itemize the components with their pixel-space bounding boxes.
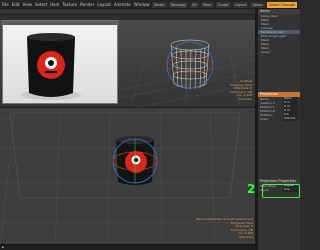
callout-number: 2 — [247, 182, 256, 196]
panel-spacer — [258, 54, 300, 92]
play-icon[interactable]: ▶ — [2, 245, 4, 249]
layout-tabs: Model Topology UV Paint Sculpt Layout Se… — [152, 1, 300, 9]
info-line: Unknown — [238, 96, 252, 101]
menu-render[interactable]: Render — [80, 2, 94, 7]
right-panel: Items Scene Item Mesh Mesh Camera Textur… — [257, 9, 300, 250]
tab-layout[interactable]: Layout — [232, 2, 249, 8]
callout-highlight-box — [262, 184, 300, 198]
tab-setup[interactable]: Setup — [250, 2, 265, 8]
viewport-bottom[interactable]: Textured/Shaded: Smooth (Advanced) Polyg… — [0, 108, 255, 250]
prop-value[interactable]: 100.0% — [283, 116, 298, 121]
menu-select[interactable]: Select — [35, 2, 47, 7]
menu-layout[interactable]: Layout — [97, 2, 111, 7]
menu-window[interactable]: Window — [134, 2, 150, 7]
menu-view[interactable]: View — [22, 2, 32, 7]
prop-label: Scale — [260, 117, 269, 121]
menu-animate[interactable]: Animate — [114, 2, 131, 7]
menu-texture[interactable]: Texture — [62, 2, 77, 7]
reference-photo — [3, 25, 117, 103]
viewport-bottom-info: Textured/Shaded: Smooth (Advanced) Polyg… — [170, 217, 253, 239]
tab-uv[interactable]: UV — [189, 2, 199, 8]
tab-topology[interactable]: Topology — [168, 2, 188, 8]
panel-spacer — [258, 121, 300, 179]
info-line: Unknown — [239, 234, 253, 239]
menu-item[interactable]: Item — [50, 2, 59, 7]
tab-paint[interactable]: Paint — [200, 2, 214, 8]
menu-file[interactable]: File — [2, 2, 9, 7]
tab-sculpt[interactable]: Sculpt — [215, 2, 231, 8]
main-menu: File Edit View Select Item Texture Rende… — [2, 0, 162, 9]
timeline-bar[interactable]: ▶ — [0, 244, 255, 250]
select-through-button[interactable]: Select Through — [266, 2, 298, 8]
viewport-top-info: Untitled Polygons: Face Channels: 0 Defo… — [190, 79, 252, 101]
reference-image-window[interactable] — [2, 20, 118, 104]
menu-edit[interactable]: Edit — [12, 2, 20, 7]
tab-model[interactable]: Model — [152, 2, 167, 8]
